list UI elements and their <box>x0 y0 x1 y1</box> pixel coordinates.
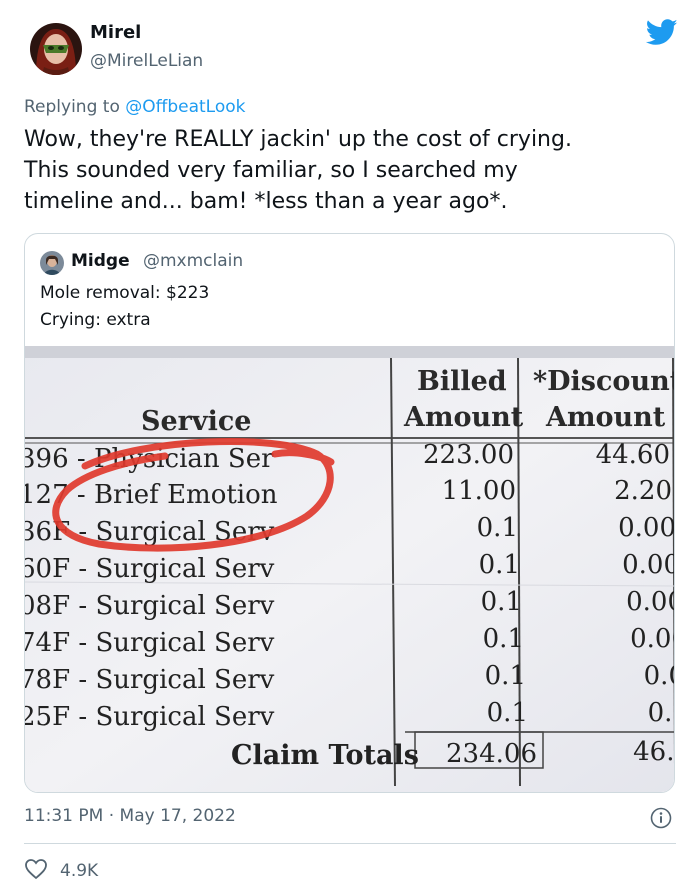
bill-totals-discount: 46.8 <box>633 737 675 767</box>
bill-row-billed: 0.1 <box>479 550 520 580</box>
reply-target-link[interactable]: @OffbeatLook <box>125 97 245 117</box>
quoted-tweet[interactable]: Midge @mxmclain Mole removal: $223 Cryin… <box>24 233 675 793</box>
bill-row-discount: 2.20 <box>614 476 672 506</box>
tweet-date: May 17, 2022 <box>119 806 236 826</box>
bill-row-discount: 0.00 <box>622 550 675 580</box>
quoted-author-handle[interactable]: @mxmclain <box>143 251 243 271</box>
quoted-line: Mole removal: $223 <box>40 283 210 303</box>
author-name[interactable]: Mirel <box>90 22 141 43</box>
bill-row-service: 74F - Surgical Serv <box>25 628 275 658</box>
tweet-line: This sounded very familiar, so I searche… <box>24 158 518 183</box>
twitter-bird-icon[interactable] <box>645 19 678 46</box>
tweet-line: timeline and... bam! *less than a year a… <box>24 189 508 214</box>
quoted-avatar[interactable] <box>40 251 64 275</box>
avatar[interactable] <box>30 23 82 75</box>
bill-row-discount: 44.60 <box>596 440 670 470</box>
bill-header-discount-amount: Amount <box>545 402 666 433</box>
heart-icon <box>24 858 48 885</box>
bill-totals-label: Claim Totals <box>231 740 419 771</box>
bill-row-billed: 0.1 <box>485 661 526 691</box>
bill-totals-billed: 234.06 <box>446 739 537 769</box>
bill-header-billed-amount: Amount <box>403 402 524 433</box>
bill-row-discount: 0.00 <box>626 587 675 617</box>
replying-to-label: Replying to <box>24 97 120 117</box>
timestamp[interactable]: 11:31 PM · May 17, 2022 <box>24 806 236 826</box>
bill-row-billed: 223.00 <box>423 440 514 470</box>
bill-row-service: 60F - Surgical Serv <box>25 554 275 584</box>
like-button[interactable]: 4.9K <box>24 858 98 884</box>
bill-row-billed: 0.1 <box>483 624 524 654</box>
quoted-line: Crying: extra <box>40 310 151 330</box>
bill-row-billed: 0.1 <box>477 513 518 543</box>
info-icon[interactable] <box>650 807 672 829</box>
bill-row-service: 08F - Surgical Serv <box>25 591 275 621</box>
bill-row-billed: 0.1 <box>487 698 528 728</box>
bill-header-billed: Billed <box>417 366 507 397</box>
tweet-text: Wow, they're REALLY jackin' up the cost … <box>24 124 674 217</box>
bill-row-billed: 0.1 <box>481 587 522 617</box>
timestamp-separator: · <box>108 806 115 826</box>
quoted-author-name[interactable]: Midge <box>71 251 130 271</box>
bill-row-discount: 0.00 <box>630 624 675 654</box>
like-count: 4.9K <box>60 861 99 881</box>
bill-row-billed: 11.00 <box>442 476 516 506</box>
replying-to: Replying to @OffbeatLook <box>24 97 246 117</box>
bill-header-discount: *Discount <box>533 366 675 397</box>
bill-row-service: 25F - Surgical Serv <box>25 702 275 732</box>
divider <box>24 843 676 844</box>
author-handle[interactable]: @MirelLeLian <box>90 51 203 71</box>
quoted-text: Mole removal: $223 Crying: extra <box>40 280 209 334</box>
bill-row-service: 78F - Surgical Serv <box>25 665 275 695</box>
tweet-time: 11:31 PM <box>24 806 104 826</box>
bill-row-discount: 0.0 <box>644 661 675 691</box>
tweet-line: Wow, they're REALLY jackin' up the cost … <box>24 127 572 152</box>
bill-row-discount: 0.0 <box>648 698 675 728</box>
bill-row-discount: 0.00 <box>618 513 675 543</box>
bill-photo[interactable]: Service Billed Amount *Discount Amount 3… <box>25 346 675 793</box>
bill-header-service: Service <box>141 406 251 437</box>
